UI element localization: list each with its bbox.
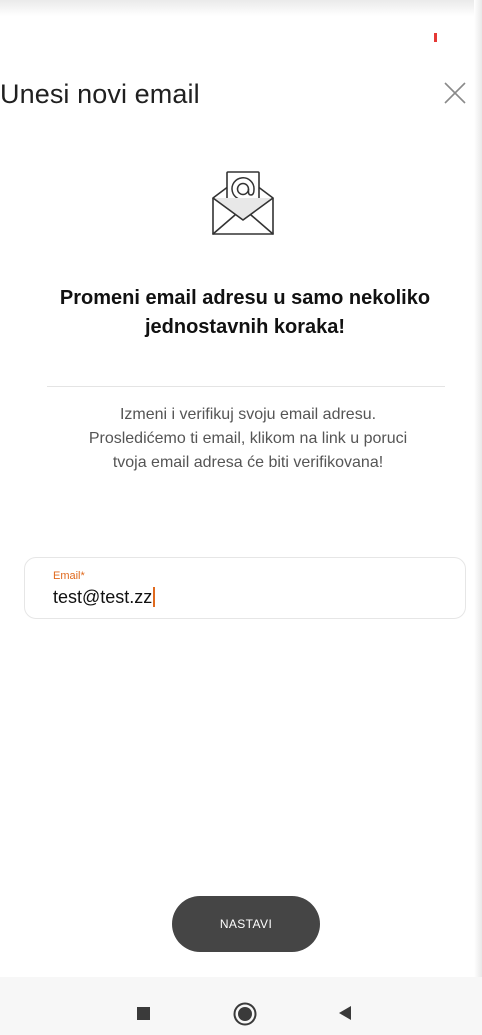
top-edge-shadow xyxy=(0,0,482,16)
envelope-at-icon xyxy=(212,171,274,235)
description-text: Izmeni i verifikuj svoju email adresu. P… xyxy=(88,406,408,471)
page-title: Unesi novi email xyxy=(0,79,200,109)
home-circle-icon[interactable] xyxy=(233,1002,257,1026)
right-edge-shadow xyxy=(474,0,482,1035)
divider xyxy=(47,386,445,387)
close-icon xyxy=(444,82,466,104)
header: Unesi novi email xyxy=(0,74,482,114)
continue-button[interactable]: NASTAVI xyxy=(172,896,320,952)
close-button[interactable] xyxy=(440,78,470,108)
email-input[interactable]: test@test.zz xyxy=(53,587,156,608)
headline: Promeni email adresu u samo nekoliko jed… xyxy=(59,287,431,338)
status-indicator xyxy=(434,33,437,42)
back-triangle-icon[interactable] xyxy=(338,1005,352,1021)
email-field[interactable]: Email* test@test.zz xyxy=(24,557,466,619)
recents-square-icon[interactable] xyxy=(137,1007,150,1020)
text-caret xyxy=(153,587,156,607)
email-change-screen: Unesi novi email Promeni email adresu u … xyxy=(0,0,482,1035)
system-nav-bar xyxy=(0,977,482,1035)
email-input-value: test@test.zz xyxy=(53,587,153,607)
email-field-label: Email* xyxy=(53,570,85,582)
